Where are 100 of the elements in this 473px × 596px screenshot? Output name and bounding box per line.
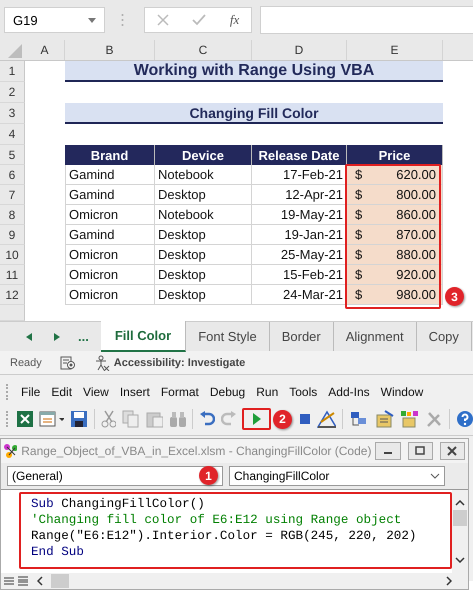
callout-badge: 3	[445, 287, 464, 306]
sheet-title: Working with Range Using VBA	[65, 61, 443, 82]
code-editor[interactable]: Sub ChangingFillColor() 'Changing fill color of E6:E12 using Range object Range("E6:E12").Interior.Color = RGB(245, 220, 202) End Sub	[19, 492, 452, 569]
menu-item[interactable]: View	[83, 385, 109, 399]
vertical-scrollbar[interactable]	[452, 490, 468, 573]
table-cell: Notebook	[155, 205, 252, 225]
more-sheets-button[interactable]: ...	[78, 329, 89, 344]
close-button[interactable]	[440, 442, 465, 460]
table-cell: Desktop	[155, 245, 252, 265]
code-line: Sub ChangingFillColor()	[31, 496, 206, 512]
chevron-down-icon	[430, 473, 440, 479]
run-button[interactable]	[242, 408, 272, 430]
help-icon[interactable]	[456, 410, 473, 428]
row-header[interactable]: 7	[0, 185, 25, 205]
table-cell: Omicron	[65, 285, 155, 305]
table-cell: Gamind	[65, 225, 155, 245]
row-header[interactable]: 11	[0, 265, 25, 285]
undo-icon[interactable]	[199, 411, 215, 427]
scroll-left-icon[interactable]	[26, 332, 32, 340]
restore-button[interactable]	[408, 442, 433, 460]
row-header[interactable]: 10	[0, 245, 25, 265]
row-header[interactable]: 4	[0, 124, 25, 145]
save-icon[interactable]	[70, 410, 88, 428]
table-header: Release Date	[252, 145, 347, 165]
play-icon	[252, 413, 261, 425]
column-header[interactable]: C	[155, 40, 252, 60]
table-cell: $ 800.00	[347, 185, 443, 205]
minimize-button[interactable]	[375, 442, 401, 460]
row-header[interactable]: 3	[0, 103, 25, 124]
table-header: Price	[347, 145, 443, 165]
code-line: End Sub	[31, 544, 85, 560]
row-header[interactable]: 1	[0, 61, 25, 82]
row-header[interactable]: 12	[0, 285, 25, 305]
row-header[interactable]: 2	[0, 82, 25, 103]
menu-item[interactable]: File	[21, 385, 40, 399]
table-cell: Desktop	[155, 185, 252, 205]
formula-field[interactable]	[260, 6, 473, 34]
procedure-view-icon[interactable]	[3, 576, 15, 586]
properties-icon[interactable]	[374, 410, 394, 428]
scissors-icon[interactable]	[100, 410, 116, 428]
column-header[interactable]: D	[252, 40, 347, 60]
table-cell: $ 620.00	[347, 165, 443, 185]
form-icon[interactable]	[39, 410, 64, 428]
row-header[interactable]: 6	[0, 165, 25, 185]
table-header: Brand	[65, 145, 155, 165]
sheet-title: Changing Fill Color	[65, 103, 443, 124]
stop-icon[interactable]	[298, 412, 312, 426]
table-cell: Desktop	[155, 225, 252, 245]
table-cell: Desktop	[155, 285, 252, 305]
scroll-thumb[interactable]	[51, 574, 69, 588]
table-header: Device	[155, 145, 252, 165]
restore-icon	[415, 446, 426, 456]
name-box[interactable]: G19	[4, 7, 105, 33]
accessibility-icon	[94, 354, 110, 370]
full-module-view-icon[interactable]	[17, 576, 29, 586]
row-header[interactable]: 5	[0, 145, 25, 165]
project-explorer-icon[interactable]	[349, 410, 369, 428]
caret-icon	[88, 18, 96, 22]
menu-item[interactable]: Run	[256, 385, 278, 399]
status-text: Ready	[10, 356, 42, 368]
scroll-right-icon[interactable]	[446, 576, 452, 586]
design-mode-icon[interactable]	[317, 410, 336, 428]
scroll-up-icon[interactable]	[455, 500, 465, 506]
table-cell: $ 860.00	[347, 205, 443, 225]
row-header[interactable]: 8	[0, 205, 25, 225]
macro-record-icon[interactable]	[60, 356, 76, 370]
table-cell: Gamind	[65, 185, 155, 205]
vba-module-icon	[3, 443, 18, 459]
column-header[interactable]: B	[65, 40, 155, 60]
row-header[interactable]: 9	[0, 225, 25, 245]
table-cell: Notebook	[155, 165, 252, 185]
menu-item[interactable]: Add-Ins	[328, 385, 370, 399]
check-icon[interactable]	[192, 14, 206, 26]
code-line: Range("E6:E12").Interior.Color = RGB(245, 220, 202)	[31, 528, 418, 544]
scroll-thumb[interactable]	[453, 510, 467, 526]
grip-icon	[121, 13, 124, 27]
column-header[interactable]: E	[347, 40, 443, 60]
menu-item[interactable]: Window	[380, 385, 424, 399]
table-cell: $ 980.00	[347, 285, 443, 305]
table-cell: Omicron	[65, 265, 155, 285]
table-cell: Omicron	[65, 245, 155, 265]
sheet-tab[interactable]: Fill Color	[100, 321, 186, 352]
function-button[interactable]: fx	[230, 12, 240, 28]
table-cell: $ 880.00	[347, 245, 443, 265]
scroll-right-icon[interactable]	[54, 332, 60, 340]
menu-item[interactable]: Insert	[120, 385, 150, 399]
code-line: 'Changing fill color of E6:E12 using Range object	[31, 512, 402, 528]
excel-icon[interactable]	[16, 410, 34, 428]
scroll-left-icon[interactable]	[37, 576, 43, 586]
scroll-down-icon[interactable]	[455, 557, 465, 563]
menu-item[interactable]: Format	[160, 385, 199, 399]
window-title: Range_Object_of_VBA_in_Excel.xlsm - ChangingFillColor (Code)	[21, 444, 372, 458]
object-browser-icon[interactable]	[400, 410, 420, 428]
table-cell: $ 920.00	[347, 265, 443, 285]
column-header[interactable]: A	[25, 40, 65, 60]
menu-item[interactable]: Edit	[51, 385, 72, 399]
menu-item[interactable]: Tools	[289, 385, 318, 399]
accessibility-button[interactable]: Accessibility: Investigate	[94, 354, 246, 370]
menu-item[interactable]: Debug	[210, 385, 246, 399]
procedure-dropdown[interactable]: ChangingFillColor	[229, 466, 445, 486]
